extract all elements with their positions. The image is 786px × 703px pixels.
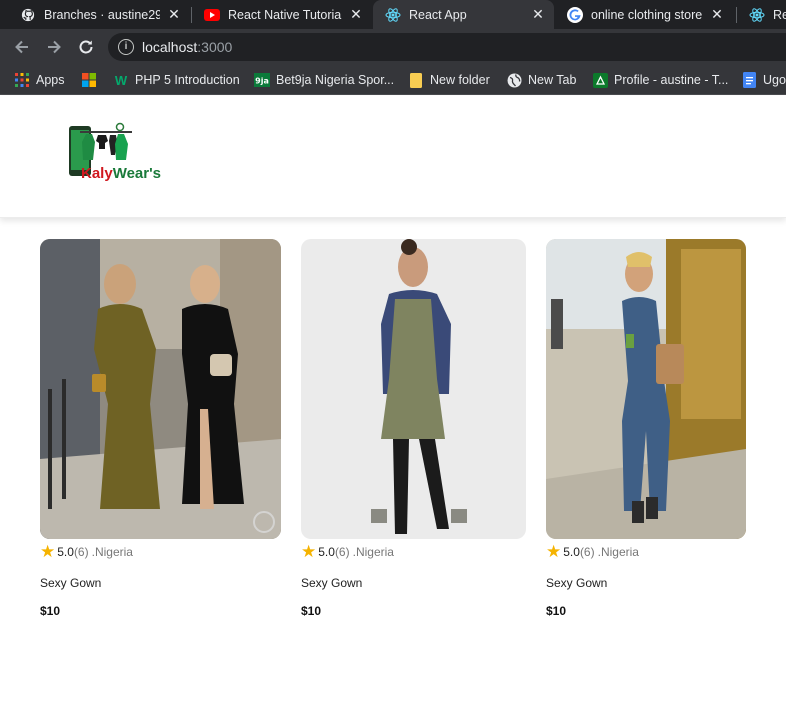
site-header: KalyWear's: [0, 96, 786, 218]
bookmark-microsoft[interactable]: [81, 72, 103, 88]
rating-count: (6): [334, 545, 350, 559]
tab-close-icon[interactable]: ✕: [346, 6, 366, 23]
page-content: KalyWear's ★ 5.0 (6) .Nigeria Sexy Gown …: [0, 96, 786, 703]
product-price: $10: [40, 604, 61, 618]
product-name[interactable]: Sexy Gown: [40, 576, 101, 590]
product-name[interactable]: Sexy Gown: [301, 576, 362, 590]
react-icon: [749, 7, 765, 23]
tab-title: online clothing store p: [591, 7, 703, 22]
back-arrow-icon[interactable]: [12, 37, 32, 57]
logo-wordmark: KalyWear's: [81, 165, 162, 182]
site-logo[interactable]: KalyWear's: [66, 122, 176, 186]
tab-close-icon[interactable]: ✕: [528, 6, 548, 23]
bookmark-php-intro[interactable]: W PHP 5 Introduction: [113, 72, 240, 88]
star-icon: ★: [301, 542, 317, 561]
rating-score: 5.0: [57, 545, 74, 559]
address-bar[interactable]: i localhost:3000: [108, 33, 786, 61]
w3schools-icon: W: [114, 72, 128, 88]
site-info-icon[interactable]: i: [118, 39, 134, 55]
product-location: .Nigeria: [91, 545, 133, 559]
tab-title: React App: [409, 7, 467, 22]
product-image[interactable]: [301, 239, 526, 539]
bookmark-label: Apps: [36, 73, 65, 87]
product-rating: ★ 5.0 (6) .Nigeria: [301, 542, 394, 561]
tab-close-icon[interactable]: ✕: [707, 6, 727, 23]
forward-arrow-icon[interactable]: [44, 37, 64, 57]
google-icon: [567, 6, 583, 23]
folder-icon: [408, 72, 424, 88]
product-image[interactable]: [40, 239, 281, 539]
tab-react-app[interactable]: React App ✕: [373, 0, 554, 29]
tab-title: Rea: [773, 7, 786, 22]
rating-count: (6): [73, 545, 89, 559]
product-location: .Nigeria: [597, 545, 639, 559]
product-location: .Nigeria: [352, 545, 394, 559]
browser-toolbar: i localhost:3000: [0, 29, 786, 65]
rating-score: 5.0: [318, 545, 335, 559]
bookmark-bet9ja[interactable]: 9ja Bet9ja Nigeria Spor...: [254, 72, 394, 88]
bookmark-ugo[interactable]: Ugo: [741, 72, 786, 88]
globe-icon: [506, 72, 522, 88]
product-price: $10: [301, 604, 322, 618]
tab-title: Branches · austine299/: [44, 7, 160, 22]
product-rating: ★ 5.0 (6) .Nigeria: [546, 542, 639, 561]
bookmark-label: PHP 5 Introduction: [135, 73, 240, 87]
bookmark-profile[interactable]: Profile - austine - T...: [592, 72, 728, 88]
bookmarks-bar: Apps W PHP 5 Introduction 9ja Bet9ja Nig…: [0, 65, 786, 95]
product-name[interactable]: Sexy Gown: [546, 576, 607, 590]
address-url: localhost:3000: [142, 39, 233, 55]
reload-icon[interactable]: [76, 37, 96, 57]
bookmark-apps[interactable]: Apps: [14, 72, 65, 88]
rating-count: (6): [579, 545, 595, 559]
apps-grid-icon: [14, 72, 30, 88]
bookmark-new-tab[interactable]: New Tab: [506, 72, 576, 88]
tab-react[interactable]: Rea: [737, 0, 786, 29]
bookmark-label: New folder: [430, 73, 490, 87]
product-image[interactable]: [546, 239, 746, 539]
tab-close-icon[interactable]: ✕: [164, 6, 184, 23]
bookmark-label: New Tab: [528, 73, 577, 87]
svg-text:9ja: 9ja: [255, 77, 269, 86]
tab-title: React Native Tutorial #: [228, 7, 342, 22]
star-icon: ★: [40, 542, 56, 561]
bet9ja-icon: 9ja: [254, 72, 270, 88]
tab-online-clothing-store[interactable]: online clothing store p ✕: [555, 0, 733, 29]
product-price: $10: [546, 604, 567, 618]
bookmark-new-folder[interactable]: New folder: [408, 72, 490, 88]
tab-react-native-tutorial[interactable]: React Native Tutorial # ✕: [192, 0, 372, 29]
rating-score: 5.0: [563, 545, 580, 559]
bookmark-label: Ugo: [763, 73, 786, 87]
react-icon: [385, 7, 401, 23]
bookmark-label: Profile - austine - T...: [614, 73, 729, 87]
tab-github-branches[interactable]: Branches · austine299/ ✕: [8, 0, 190, 29]
browser-tab-bar: Branches · austine299/ ✕ React Native Tu…: [0, 0, 786, 29]
docs-icon: [741, 72, 757, 88]
github-icon: [20, 7, 36, 23]
microsoft-icon: [81, 72, 97, 88]
profile-icon: [592, 72, 608, 88]
bookmark-label: Bet9ja Nigeria Spor...: [276, 73, 395, 87]
star-icon: ★: [546, 542, 562, 561]
youtube-icon: [204, 7, 220, 23]
product-rating: ★ 5.0 (6) .Nigeria: [40, 542, 133, 561]
